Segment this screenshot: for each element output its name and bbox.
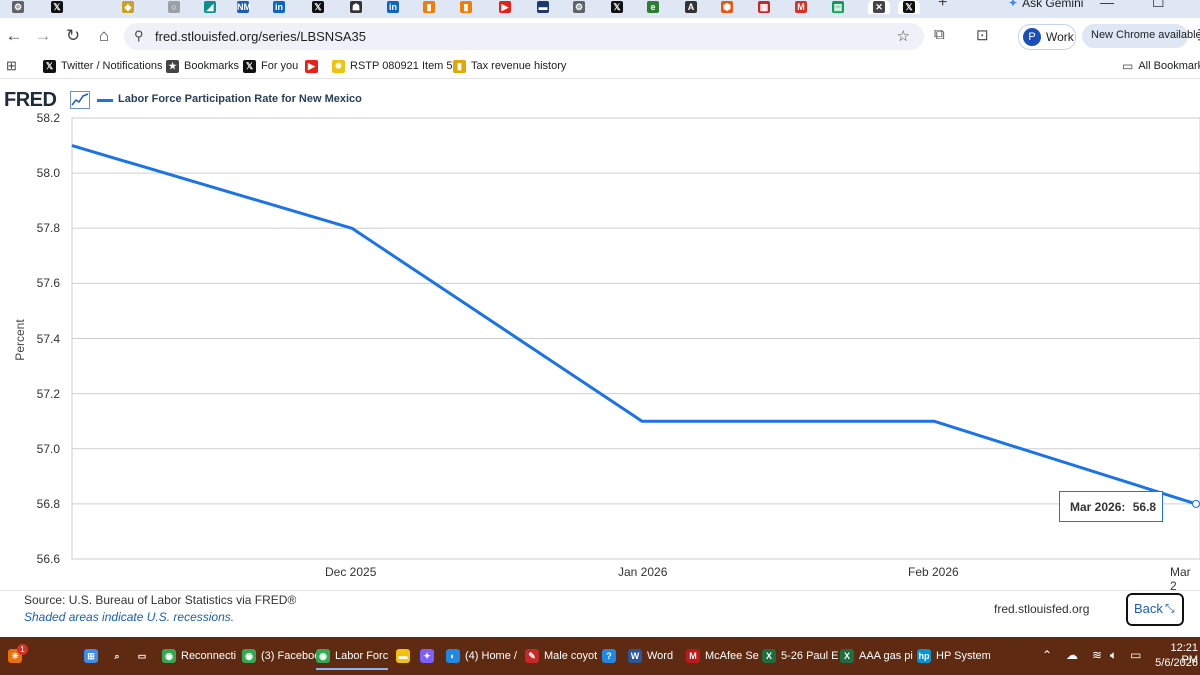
x-tick-label: Dec 2025 (325, 565, 377, 579)
wifi-icon[interactable]: ≋ (1092, 648, 1102, 662)
x-tick-label: Mar 2 (1170, 565, 1191, 593)
taskbar-item-label: (3) Faceboo (261, 650, 321, 662)
back-button[interactable]: Back ⤡ (1125, 592, 1185, 627)
taskbar-item-label: HP System (936, 650, 991, 662)
battery-icon[interactable]: ▭ (1130, 648, 1141, 662)
x-tick-label: Jan 2026 (618, 565, 668, 579)
taskbar-item[interactable]: ◉ Reconnecti (162, 644, 236, 668)
chevron-up-icon[interactable]: ⌃ (1042, 648, 1052, 662)
taskbar-item-label: Word (647, 650, 674, 662)
word-icon: W (628, 649, 642, 663)
y-axis-label: Percent (13, 319, 27, 361)
taskbar-item[interactable]: ⌕ (110, 644, 124, 668)
search-icon: ⌕ (110, 649, 124, 663)
y-tick-label: 58.0 (36, 166, 60, 181)
taskbar-item[interactable]: ⊞ (84, 644, 98, 668)
y-tick-label: 58.2 (36, 111, 60, 125)
series-line[interactable] (71, 144, 1197, 506)
help-icon: ? (602, 649, 616, 663)
feather-icon: ✎ (525, 649, 539, 663)
data-point[interactable] (1192, 499, 1200, 508)
y-tick-label: 57.6 (36, 276, 60, 291)
taskbar-item[interactable]: ▭ (135, 644, 149, 668)
clock-date[interactable]: 5/6/2026 (1154, 657, 1198, 669)
folder-icon: ▬ (396, 649, 410, 663)
cloud-icon[interactable]: ☁ (1066, 648, 1078, 662)
taskbar-item-label: 5-26 Paul E (781, 650, 839, 662)
taskbar: ☀ ⊞ ⌕ ▭ ◉ Reconnecti ◉ (3) Faceboo ◉ Labor Forc ▬ ✦… (0, 637, 1200, 675)
copilot-icon: ✦ (420, 649, 434, 663)
taskbar-item[interactable]: M McAfee Se (686, 644, 759, 668)
taskbar-item[interactable]: ◉ Labor Forc (316, 644, 389, 670)
chart-svg (71, 117, 1200, 560)
chart-footer: Source: U.S. Bureau of Labor Statistics … (0, 590, 1200, 633)
recession-note: Shaded areas indicate U.S. recessions. (24, 610, 235, 624)
volume-icon[interactable]: 🔈︎ (1110, 648, 1117, 663)
task-view-icon: ▭ (135, 649, 149, 663)
taskbar-item[interactable]: ? (602, 644, 616, 668)
y-tick-label: 57.4 (36, 331, 60, 346)
taskbar-item-label: Labor Forc (335, 650, 389, 662)
taskbar-item-label: AAA gas pi (859, 650, 913, 662)
edge-icon: ◐ (446, 649, 460, 663)
collapse-icon: ⤡ (1165, 601, 1175, 615)
notification-badge: 1 (17, 644, 28, 655)
taskbar-item[interactable]: ◉ (3) Faceboo (242, 644, 320, 668)
taskbar-item-label: McAfee Se (705, 650, 759, 662)
mcafee-icon: M (686, 649, 700, 663)
taskbar-item[interactable]: ✎ Male coyot (525, 644, 597, 668)
taskbar-item[interactable]: ▬ (396, 644, 410, 668)
y-tick-label: 57.8 (36, 221, 60, 236)
back-label: Back (1134, 601, 1163, 616)
taskbar-item-label: Reconnecti (181, 650, 237, 662)
tooltip-value: 56.8 (1132, 500, 1157, 514)
source-text: Source: U.S. Bureau of Labor Statistics … (24, 593, 297, 607)
grid-lines (72, 117, 1200, 560)
excel-icon: X (840, 649, 854, 663)
chrome-icon: ◉ (242, 649, 256, 663)
taskbar-item[interactable]: X AAA gas pi (840, 644, 913, 668)
taskbar-item[interactable]: ◐ (4) Home / (446, 644, 517, 668)
chrome-icon: ◉ (316, 649, 330, 663)
data-tooltip: Mar 2026: 56.8 (1059, 491, 1163, 522)
x-tick-label: Feb 2026 (908, 565, 959, 579)
chrome-icon: ◉ (162, 649, 176, 663)
y-tick-label: 57.2 (36, 386, 60, 401)
excel-icon: X (762, 649, 776, 663)
taskbar-item-label: (4) Home / (465, 650, 517, 662)
windows-start-icon: ⊞ (84, 649, 98, 663)
taskbar-item[interactable]: hp HP System (917, 644, 991, 668)
fred-site-link[interactable]: fred.stlouisfed.org (994, 602, 1089, 616)
taskbar-item[interactable]: X 5-26 Paul E (762, 644, 838, 668)
y-tick-label: 57.0 (36, 441, 60, 456)
taskbar-item-label: Male coyot (544, 650, 598, 662)
hp-icon: hp (917, 649, 931, 663)
y-tick-label: 56.8 (36, 496, 60, 511)
tooltip-date: Mar 2026: (1070, 500, 1126, 514)
taskbar-item[interactable]: W Word (628, 644, 673, 668)
y-tick-label: 56.6 (36, 552, 60, 566)
taskbar-item[interactable]: ✦ (420, 644, 434, 668)
